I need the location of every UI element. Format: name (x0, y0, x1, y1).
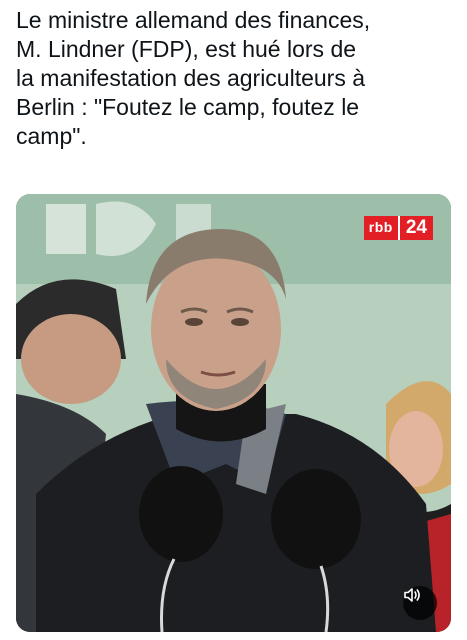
logo-24-text: 24 (399, 216, 433, 240)
post-text-line: M. Lindner (FDP), est hué lors de (16, 36, 357, 62)
video-frame (16, 194, 451, 632)
post-text-line: Le ministre allemand des finances, (16, 7, 371, 33)
rbb24-logo: rbb 24 (363, 216, 433, 240)
post-text-line: camp". (16, 123, 87, 149)
post-text-line: Berlin : "Foutez le camp, foutez le (16, 94, 360, 120)
mute-toggle-button[interactable] (403, 586, 437, 620)
logo-rbb-text: rbb (363, 216, 400, 240)
video-player[interactable]: rbb 24 (16, 194, 451, 632)
post-text-line: la manifestation des agriculteurs à (16, 65, 366, 91)
speaker-icon (404, 588, 420, 602)
post-text: Le ministre allemand des finances, M. Li… (16, 6, 456, 151)
